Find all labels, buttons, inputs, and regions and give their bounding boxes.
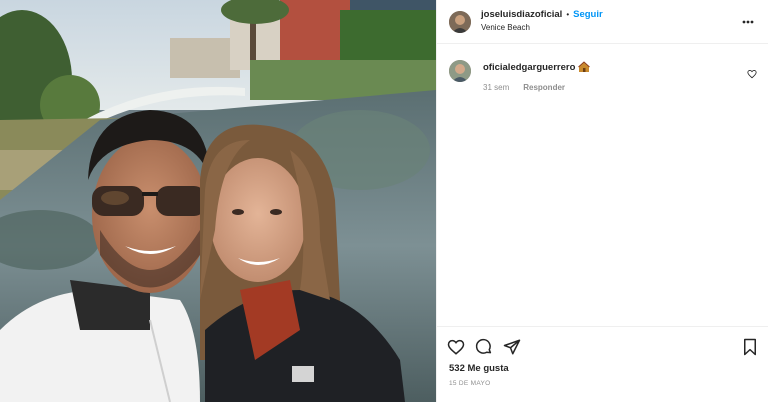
post-header: joseluisdiazoficial • Seguir Venice Beac…: [437, 0, 768, 44]
paper-plane-icon[interactable]: [503, 338, 521, 356]
comment-heart-icon[interactable]: [747, 66, 757, 79]
post-modal: joseluisdiazoficial • Seguir Venice Beac…: [0, 0, 768, 402]
commenter-username[interactable]: oficialedgarguerrero: [483, 62, 575, 73]
more-horizontal-icon[interactable]: [740, 14, 756, 30]
house-emoji-icon: [578, 61, 591, 73]
post-date[interactable]: 15 DE MAYO: [437, 374, 768, 387]
post-footer: 532 Me gusta 15 DE MAYO: [437, 326, 768, 402]
comment-item: oficialedgarguerrero 31 sem Responder: [449, 60, 757, 92]
action-bar: [437, 327, 768, 359]
post-location[interactable]: Venice Beach: [481, 22, 740, 34]
post-photo[interactable]: [0, 0, 436, 402]
author-info: joseluisdiazoficial • Seguir Venice Beac…: [481, 9, 740, 34]
comment-body: oficialedgarguerrero 31 sem Responder: [483, 60, 747, 92]
commenter-avatar[interactable]: [449, 60, 471, 82]
author-username[interactable]: joseluisdiazoficial: [481, 9, 562, 21]
bookmark-icon[interactable]: [741, 338, 759, 356]
selfie-canal-photo: [0, 0, 436, 402]
follow-button[interactable]: Seguir: [573, 9, 603, 21]
heart-outline-icon[interactable]: [447, 338, 465, 356]
likes-count[interactable]: 532 Me gusta: [437, 359, 768, 374]
author-avatar[interactable]: [449, 10, 471, 33]
separator-dot: •: [566, 10, 570, 19]
comment-age[interactable]: 31 sem: [483, 83, 509, 92]
speech-bubble-icon[interactable]: [475, 338, 493, 356]
reply-button[interactable]: Responder: [523, 83, 565, 92]
post-side-panel: joseluisdiazoficial • Seguir Venice Beac…: [436, 0, 768, 402]
